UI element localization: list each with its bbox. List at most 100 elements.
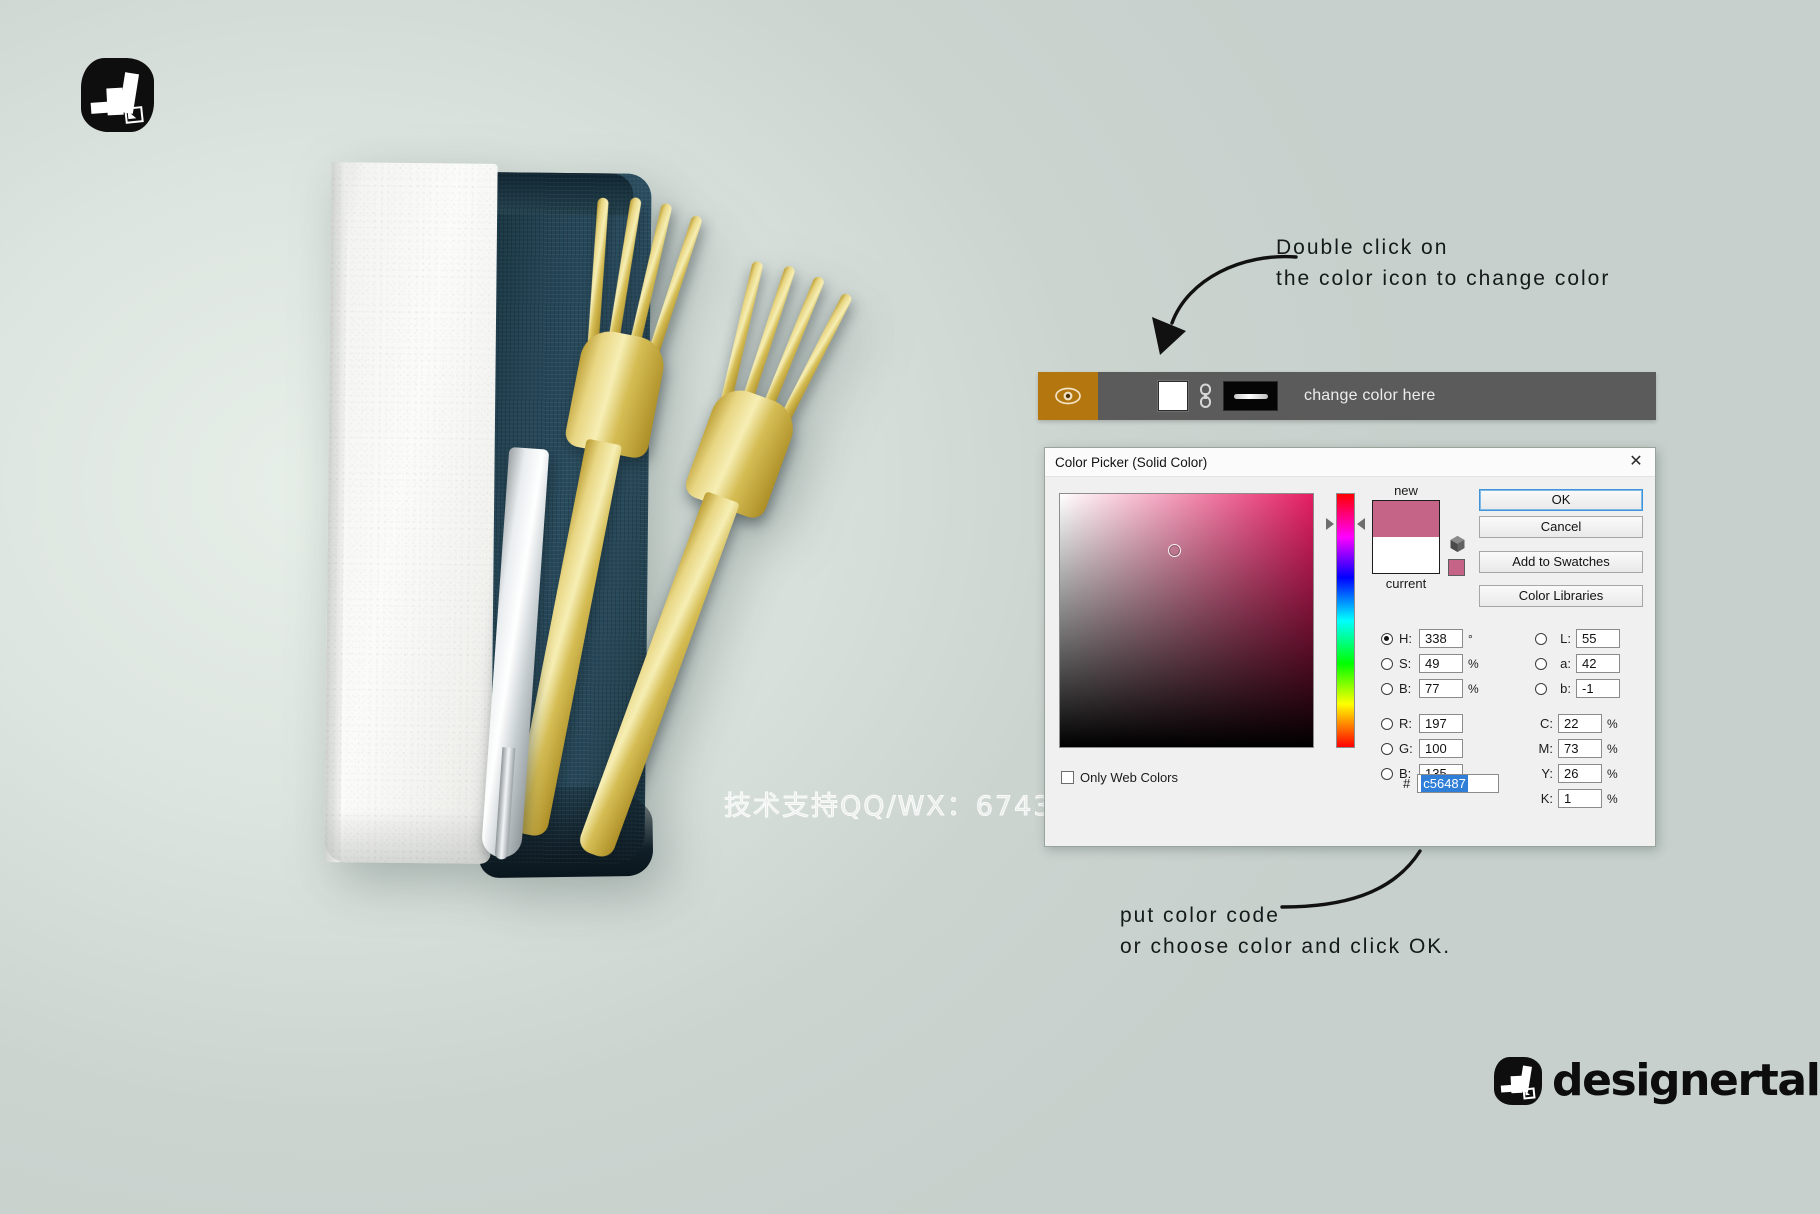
hsb-S-radio[interactable] [1381,657,1393,670]
cmyk-C-row: C: 22% [1535,712,1641,735]
current-color-swatch[interactable] [1373,537,1439,573]
cmyk-M-input[interactable]: 73 [1558,739,1602,758]
hex-input-value: c56487 [1421,775,1468,792]
eye-visibility-icon[interactable] [1038,372,1098,420]
hsb-S-row: S: 49% [1381,652,1484,675]
current-color-label: current [1385,576,1427,591]
rgb-R0-label: R: [1399,716,1412,731]
lab-a-input[interactable]: 42 [1576,654,1620,673]
field-gap [1381,702,1484,712]
dialog-titlebar: Color Picker (Solid Color) ✕ [1045,448,1655,477]
cmyk-C-unit: % [1607,716,1618,731]
rgb-R0-row: R: 197 [1381,712,1484,735]
dialog-body: new current OK Cancel Add to Swatches Co… [1045,477,1655,847]
napkin-photo [300,148,854,879]
only-web-colors-label: Only Web Colors [1080,770,1179,785]
saturation-brightness-field[interactable] [1059,493,1314,748]
rgb-G1-radio[interactable] [1381,742,1393,755]
color-preview: new current [1372,483,1440,591]
layer-row[interactable]: change color here [1038,372,1656,420]
gamut-alternate-swatch[interactable] [1448,559,1465,576]
field-gap [1535,702,1641,712]
lab-L-label: L: [1560,631,1571,646]
rgb-G1-label: G: [1399,741,1413,756]
hsb-H-radio[interactable] [1381,632,1393,645]
designertale-logo-icon [1494,1056,1542,1105]
lab-b-label: b: [1560,681,1571,696]
hsb-B-row: B: 77% [1381,677,1484,700]
lab-a-radio[interactable] [1535,657,1547,670]
footer-brand: designertale [1494,1055,1820,1106]
rgb-G1-input[interactable]: 100 [1419,739,1463,758]
hsb-S-input[interactable]: 49 [1419,654,1463,673]
add-to-swatches-button[interactable]: Add to Swatches [1479,551,1643,573]
layer-mask-thumbnail[interactable] [1223,381,1278,411]
hsb-S-unit: % [1468,656,1479,671]
napkin [300,148,854,879]
color-preview-box[interactable] [1372,500,1440,574]
cmyk-K-row: K: 1% [1535,787,1641,810]
rgb-B2-radio[interactable] [1381,767,1393,780]
color-libraries-button[interactable]: Color Libraries [1479,585,1643,607]
checkbox-box[interactable] [1061,771,1074,784]
hsb-B-radio[interactable] [1381,682,1393,695]
close-x-icon[interactable]: ✕ [1623,451,1649,473]
hsb-H-row: H: 338 ° [1381,627,1484,650]
cmyk-K-label: K: [1540,791,1553,806]
cmyk-C-label: C: [1540,716,1553,731]
lab-L-radio[interactable] [1535,632,1547,645]
lab-L-input[interactable]: 55 [1576,629,1620,648]
cmyk-Y-input[interactable]: 26 [1558,764,1602,783]
only-web-colors-checkbox[interactable]: Only Web Colors [1061,770,1178,785]
mockup-canvas: 技术支持QQ/WX：674316 Double click on the col… [0,0,1820,1214]
hex-input[interactable]: c56487 [1417,774,1500,793]
cmyk-K-input[interactable]: 1 [1558,789,1602,808]
hsb-B-input[interactable]: 77 [1419,679,1463,698]
new-color-swatch[interactable] [1373,501,1439,537]
ok-button[interactable]: OK [1479,489,1643,511]
rgb-R0-radio[interactable] [1381,717,1393,730]
dialog-title: Color Picker (Solid Color) [1055,454,1208,470]
lab-b-row: b: -1 [1535,677,1641,700]
cmyk-M-unit: % [1607,741,1618,756]
hue-marker-left-icon [1326,517,1334,530]
cmyk-Y-unit: % [1607,766,1618,781]
hsb-H-unit: ° [1468,631,1473,646]
hsb-S-label: S: [1399,656,1412,671]
cmyk-Y-label: Y: [1541,766,1553,781]
hue-marker-right-icon [1357,517,1365,530]
link-chain-icon[interactable] [1197,383,1214,409]
rgb-R0-input[interactable]: 197 [1419,714,1463,733]
picker-marker[interactable] [1168,544,1181,557]
cancel-button[interactable]: Cancel [1479,516,1643,538]
cmyk-Y-row: Y: 26% [1535,762,1641,785]
lab-b-input[interactable]: -1 [1576,679,1620,698]
hsb-rgb-fields: H:338°S:49%B:77%R:197G:100B:135 [1381,627,1484,787]
lab-a-row: a: 42 [1535,652,1641,675]
hsb-H-label: H: [1399,631,1412,646]
lab-b-radio[interactable] [1535,682,1547,695]
designertale-logo-icon [81,58,154,132]
hsb-B-label: B: [1399,681,1412,696]
watermark-text: 技术支持QQ/WX：674316 [724,791,1091,823]
cmyk-C-input[interactable]: 22 [1558,714,1602,733]
hue-slider[interactable] [1336,493,1355,748]
hsb-B-unit: % [1468,681,1479,696]
new-color-label: new [1394,483,1418,498]
cmyk-K-unit: % [1607,791,1618,806]
color-picker-dialog: Color Picker (Solid Color) ✕ new current [1044,447,1656,847]
lab-cmyk-fields: L: 55 a: 42 b: -1 C: 22% M: 73% Y: 26% K: 1% [1535,627,1641,812]
brand-wordmark: designertale [1552,1055,1820,1106]
hex-hash-label: # [1403,776,1411,791]
annotation-bottom: put color code or choose color and click… [1120,904,1452,958]
cmyk-M-label: M: [1538,741,1553,756]
out-of-gamut-cube-icon [1450,536,1465,552]
hsb-H-input[interactable]: 338 [1419,629,1463,648]
cmyk-M-row: M: 73% [1535,737,1641,760]
layer-name-label: change color here [1304,387,1436,404]
layer-color-thumbnail[interactable] [1158,381,1188,411]
hex-field-row[interactable]: # c56487 [1403,774,1500,793]
annotation-top: Double click on the color icon to change… [1276,236,1611,290]
rgb-G1-row: G: 100 [1381,737,1484,760]
lab-L-row: L: 55 [1535,627,1641,650]
